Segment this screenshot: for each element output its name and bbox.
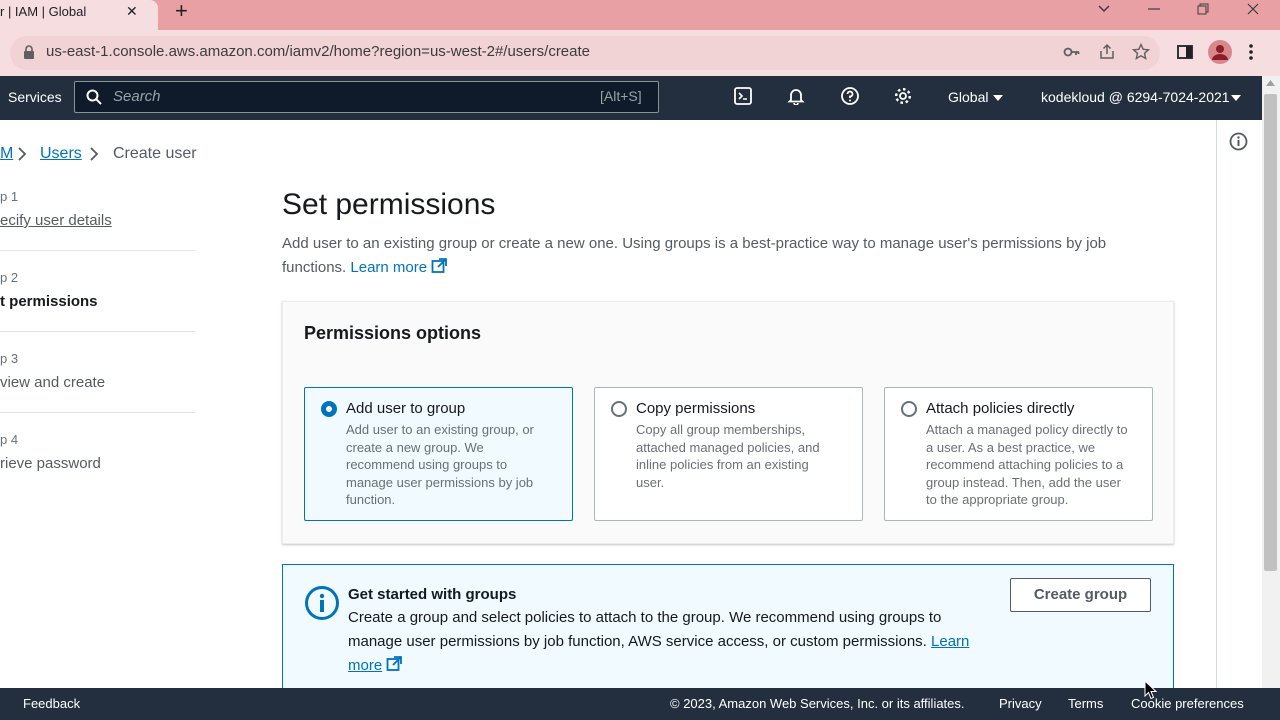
step-2-current: t permissions bbox=[0, 293, 98, 310]
bookmark-star-icon[interactable] bbox=[1132, 43, 1150, 61]
info-panel-icon[interactable] bbox=[1229, 132, 1248, 151]
search-placeholder: Search bbox=[113, 88, 161, 105]
breadcrumb-chevron-icon bbox=[18, 147, 27, 161]
step-3-number: p 3 bbox=[0, 351, 19, 366]
share-icon[interactable] bbox=[1098, 43, 1116, 61]
restore-icon[interactable] bbox=[1196, 2, 1210, 16]
services-menu[interactable]: Services bbox=[8, 89, 62, 105]
notifications-bell-icon[interactable] bbox=[787, 87, 805, 105]
key-icon[interactable] bbox=[1063, 43, 1081, 61]
tab-close-icon[interactable]: ✕ bbox=[126, 3, 138, 20]
radio-attach-policies-directly[interactable] bbox=[901, 401, 917, 417]
external-link-icon bbox=[386, 656, 403, 672]
privacy-link[interactable]: Privacy bbox=[999, 696, 1042, 711]
window-close-icon[interactable] bbox=[1246, 2, 1260, 16]
mouse-cursor-icon bbox=[1144, 680, 1157, 700]
search-input[interactable] bbox=[74, 81, 659, 113]
url-text[interactable]: us-east-1.console.aws.amazon.com/iamv2/h… bbox=[46, 43, 590, 60]
region-selector[interactable]: Global bbox=[948, 89, 988, 105]
minimize-icon[interactable] bbox=[1147, 2, 1161, 16]
account-menu[interactable]: kodekloud @ 6294-7024-2021 bbox=[1041, 89, 1230, 105]
search-shortcut: [Alt+S] bbox=[600, 88, 642, 104]
breadcrumb-iam-link[interactable]: M bbox=[0, 145, 13, 163]
info-circle-icon bbox=[304, 585, 340, 621]
step-divider bbox=[0, 250, 195, 251]
step-3-label: view and create bbox=[0, 374, 106, 391]
side-panel-icon[interactable] bbox=[1176, 43, 1194, 61]
browser-tabstrip bbox=[0, 0, 1280, 30]
option-description: Copy all group memberships, attached man… bbox=[636, 422, 820, 490]
radio-add-user-to-group[interactable] bbox=[321, 401, 337, 417]
breadcrumb-current: Create user bbox=[113, 145, 197, 162]
lock-icon[interactable] bbox=[23, 45, 35, 59]
step-4-number: p 4 bbox=[0, 432, 19, 447]
info-panel-divider bbox=[1216, 120, 1217, 688]
settings-gear-icon[interactable] bbox=[894, 87, 912, 105]
external-link-icon bbox=[431, 258, 448, 274]
option-title: Attach policies directly bbox=[926, 400, 1075, 417]
step-1-number: p 1 bbox=[0, 189, 19, 204]
feedback-link[interactable]: Feedback bbox=[23, 696, 80, 711]
step-4-label: rieve password bbox=[0, 455, 101, 472]
search-icon bbox=[86, 89, 102, 105]
tab-title: r | IAM | Global bbox=[0, 4, 87, 19]
step-1-link[interactable]: ecify user details bbox=[0, 212, 112, 229]
page-description: Add user to an existing group or create … bbox=[282, 232, 1162, 280]
alert-title: Get started with groups bbox=[348, 586, 517, 603]
alert-body: Create a group and select policies to at… bbox=[348, 606, 988, 678]
help-icon[interactable] bbox=[841, 87, 859, 105]
breadcrumb-chevron-icon bbox=[90, 147, 99, 161]
radio-copy-permissions[interactable] bbox=[611, 401, 627, 417]
page-title: Set permissions bbox=[282, 188, 496, 221]
scroll-up-icon[interactable] bbox=[1266, 80, 1275, 86]
new-tab-icon[interactable]: + bbox=[175, 0, 188, 22]
browser-menu-icon[interactable] bbox=[1248, 43, 1254, 61]
step-divider bbox=[0, 412, 195, 413]
cloudshell-icon[interactable] bbox=[734, 87, 752, 105]
permissions-options-title: Permissions options bbox=[304, 323, 482, 343]
browser-tab[interactable]: r | IAM | Global ✕ bbox=[0, 0, 158, 30]
copyright-text: © 2023, Amazon Web Services, Inc. or its… bbox=[670, 696, 965, 711]
learn-more-link[interactable]: Learn more bbox=[350, 259, 427, 276]
account-caret-icon bbox=[1231, 95, 1241, 101]
create-group-button[interactable]: Create group bbox=[1010, 578, 1151, 612]
option-title: Add user to group bbox=[346, 400, 466, 417]
profile-avatar-icon[interactable] bbox=[1208, 40, 1232, 64]
alert-body-text: Create a group and select policies to at… bbox=[348, 609, 942, 650]
scrollbar-thumb[interactable] bbox=[1264, 94, 1277, 571]
tab-search-icon[interactable] bbox=[1097, 1, 1111, 15]
region-caret-icon bbox=[993, 95, 1003, 101]
option-title: Copy permissions bbox=[636, 400, 756, 417]
option-description: Attach a managed policy directly to a us… bbox=[926, 422, 1128, 507]
step-divider bbox=[0, 331, 195, 332]
terms-link[interactable]: Terms bbox=[1068, 696, 1103, 711]
option-description: Add user to an existing group, or create… bbox=[346, 422, 534, 507]
step-2-number: p 2 bbox=[0, 270, 19, 285]
breadcrumb-users-link[interactable]: Users bbox=[40, 145, 82, 163]
